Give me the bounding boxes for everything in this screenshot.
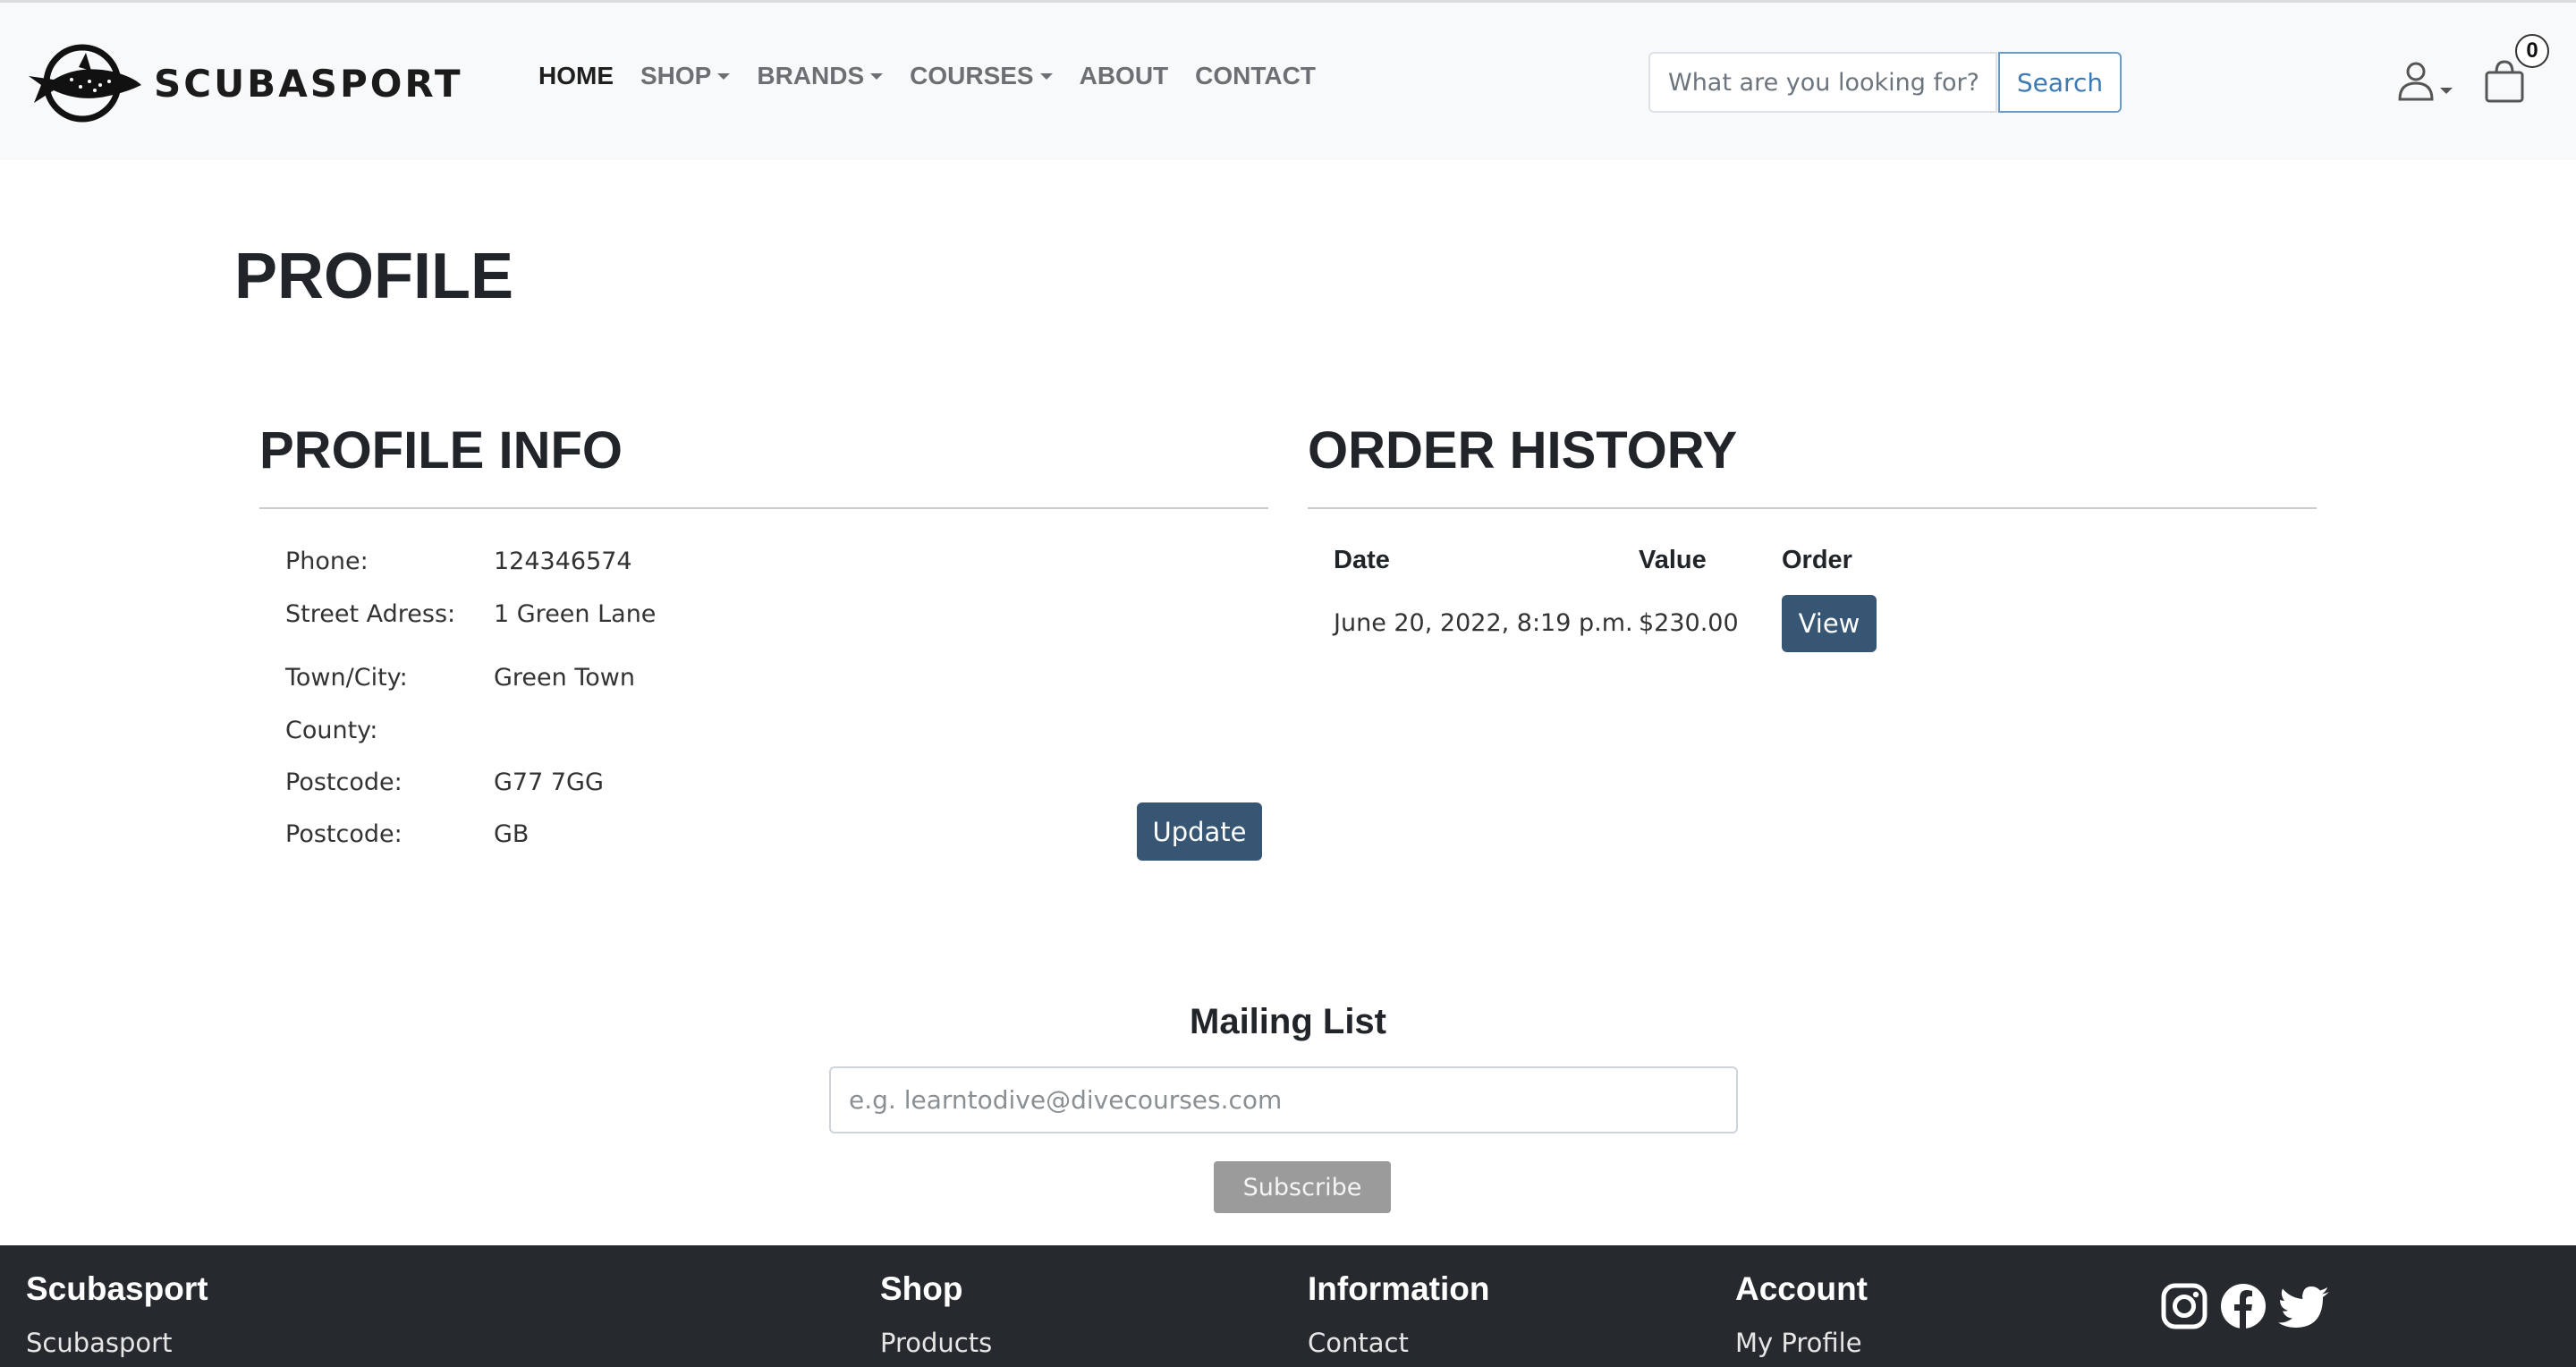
town-value: Green Town: [494, 664, 635, 692]
order-history-title: ORDER HISTORY: [1308, 421, 1738, 480]
county-label: County:: [285, 717, 378, 744]
order-date: June 20, 2022, 8:19 p.m.: [1334, 609, 1633, 637]
site-footer: Scubasport Scubasport Shop Products Info…: [0, 1245, 2576, 1367]
footer-link-products[interactable]: Products: [880, 1328, 992, 1358]
account-menu[interactable]: [2397, 60, 2453, 101]
search-button[interactable]: Search: [1998, 52, 2122, 113]
update-button[interactable]: Update: [1137, 802, 1262, 861]
nav-brands-label: BRANDS: [757, 62, 865, 89]
main-nav: HOME SHOP BRANDS COURSES ABOUT CONTACT: [538, 62, 1343, 90]
caret-down-icon: [2440, 88, 2453, 94]
whale-shark-logo-icon: [29, 44, 141, 123]
nav-home[interactable]: HOME: [538, 62, 614, 90]
nav-shop-label: SHOP: [640, 62, 712, 89]
caret-down-icon: [717, 72, 731, 80]
view-order-button[interactable]: View: [1782, 595, 1877, 652]
footer-link-scubasport[interactable]: Scubasport: [26, 1328, 172, 1358]
footer-link-my-profile[interactable]: My Profile: [1735, 1328, 1862, 1358]
subscribe-button[interactable]: Subscribe: [1214, 1161, 1391, 1213]
twitter-icon[interactable]: [2277, 1281, 2331, 1331]
footer-heading-account: Account: [1735, 1270, 1868, 1307]
instagram-icon[interactable]: [2159, 1281, 2209, 1331]
country-label: Postcode:: [285, 820, 402, 848]
column-header-date: Date: [1334, 546, 1390, 574]
nav-about-label: ABOUT: [1079, 62, 1169, 89]
column-header-value: Value: [1639, 546, 1707, 574]
user-icon: [2398, 62, 2434, 101]
brand-name: SCUBASPORT: [154, 61, 463, 106]
footer-heading-shop: Shop: [880, 1270, 963, 1307]
country-value: GB: [494, 820, 530, 848]
nav-courses-label: COURSES: [910, 62, 1034, 89]
profile-info-divider: [259, 507, 1268, 509]
page-title: PROFILE: [234, 241, 514, 312]
street-label: Street Adress:: [285, 600, 456, 628]
nav-brands[interactable]: BRANDS: [757, 62, 884, 90]
order-history-divider: [1308, 507, 2317, 509]
nav-shop[interactable]: SHOP: [640, 62, 731, 90]
postcode-value: G77 7GG: [494, 768, 604, 796]
caret-down-icon: [1039, 72, 1053, 80]
phone-label: Phone:: [285, 548, 369, 575]
footer-heading-information: Information: [1308, 1270, 1490, 1307]
nav-contact[interactable]: CONTACT: [1195, 62, 1316, 90]
caret-down-icon: [870, 72, 884, 80]
shopping-bag-icon: [2485, 60, 2524, 103]
profile-info-title: PROFILE INFO: [259, 421, 623, 480]
site-header: SCUBASPORT HOME SHOP BRANDS COURSES ABOU…: [0, 3, 2576, 160]
postcode-label: Postcode:: [285, 768, 402, 796]
footer-link-contact[interactable]: Contact: [1308, 1328, 1409, 1358]
email-field[interactable]: [829, 1066, 1738, 1134]
column-header-order: Order: [1782, 546, 1852, 574]
cart-count-badge: 0: [2515, 34, 2549, 68]
order-value: $230.00: [1639, 609, 1739, 637]
nav-about[interactable]: ABOUT: [1080, 62, 1169, 90]
phone-value: 124346574: [494, 548, 632, 575]
footer-heading-scubasport: Scubasport: [26, 1270, 208, 1307]
nav-contact-label: CONTACT: [1195, 62, 1316, 89]
facebook-icon[interactable]: [2218, 1281, 2268, 1331]
search-input[interactable]: [1648, 52, 1997, 113]
nav-home-label: HOME: [538, 62, 614, 89]
mailing-list-title: Mailing List: [1190, 1002, 1386, 1041]
brand-logo[interactable]: SCUBASPORT: [27, 40, 463, 126]
street-value: 1 Green Lane: [494, 600, 657, 628]
nav-courses[interactable]: COURSES: [910, 62, 1053, 90]
town-label: Town/City:: [285, 664, 408, 692]
cart-button[interactable]: [2483, 58, 2526, 106]
